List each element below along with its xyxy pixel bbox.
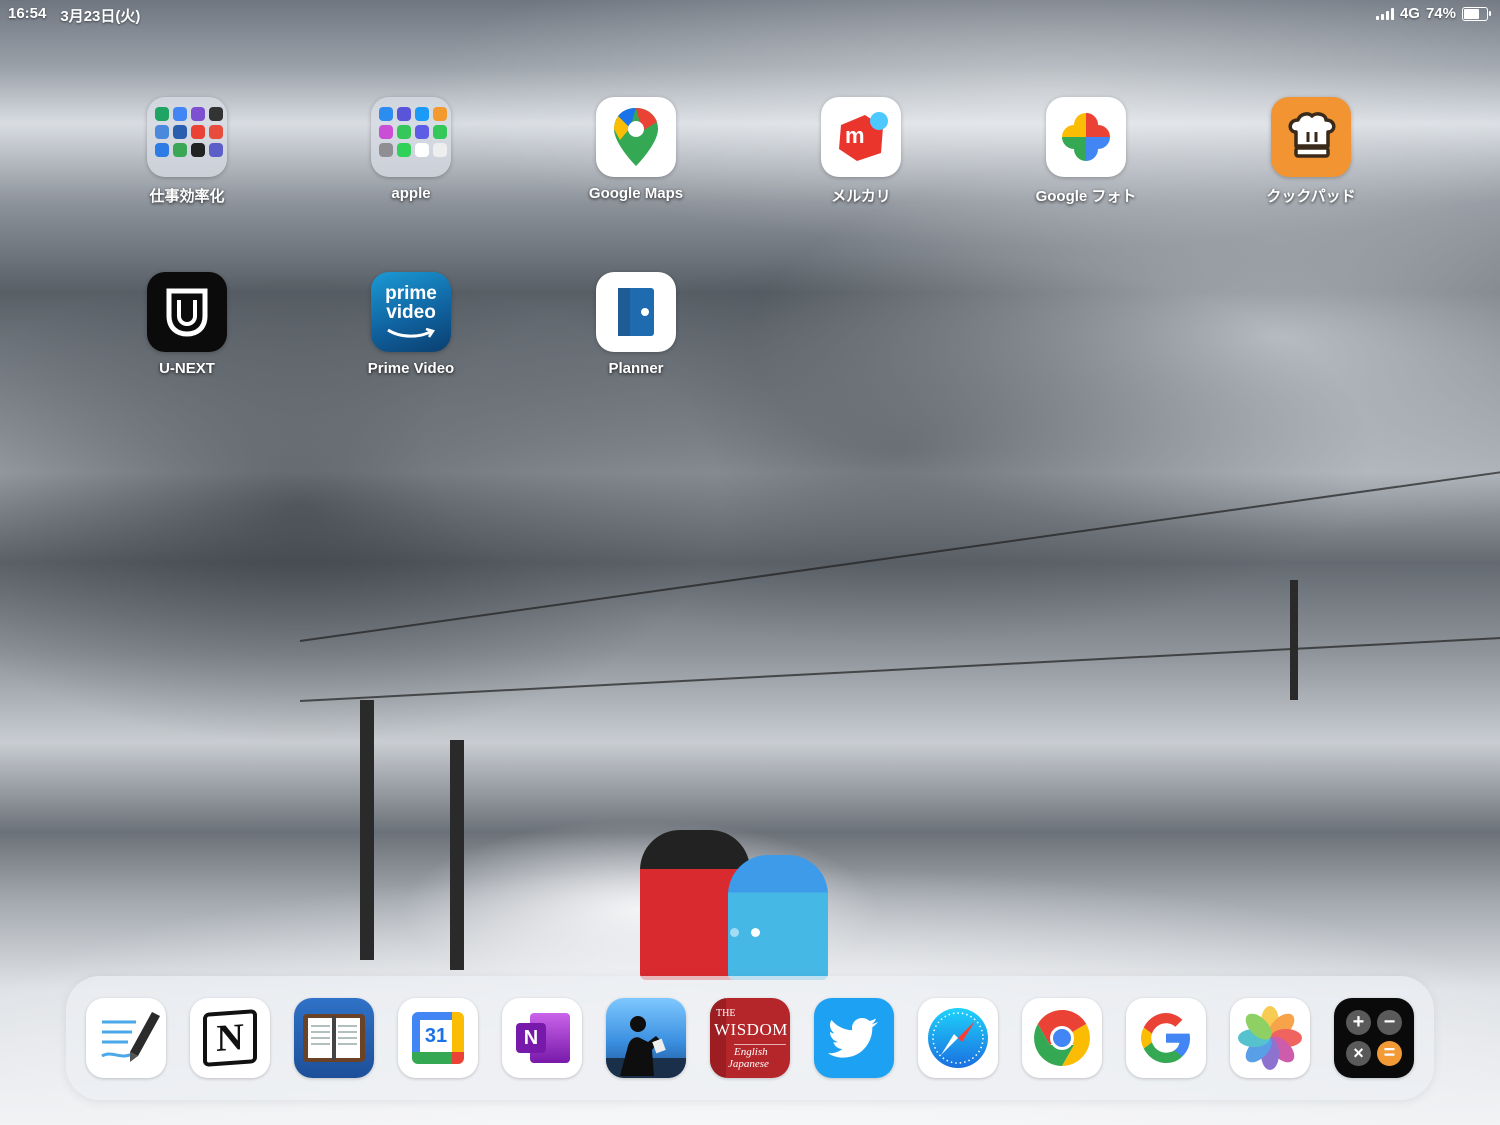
lift-tower xyxy=(450,740,464,970)
lift-tower xyxy=(360,700,374,960)
status-bar: 16:54 3月23日(火) 4G 74% xyxy=(0,0,1500,28)
calc-plus-key: + xyxy=(1346,1010,1371,1035)
wisdom-title: WISDOM xyxy=(714,1020,788,1039)
dock-app-google-calendar[interactable]: 31 xyxy=(398,998,478,1078)
google-calendar-icon: 31 xyxy=(412,1012,464,1064)
mercari-icon: m xyxy=(821,97,901,177)
page-indicator[interactable] xyxy=(730,928,760,937)
video-text: video xyxy=(386,302,436,323)
folder-icon xyxy=(371,97,451,177)
dock-app-google[interactable] xyxy=(1126,998,1206,1078)
twitter-icon xyxy=(828,1018,878,1058)
app-google-maps[interactable]: Google Maps xyxy=(561,97,711,202)
page-dot-current xyxy=(751,928,760,937)
dock: N 31 N THE WISDOM English Japanese + − ×… xyxy=(66,976,1434,1100)
dock-app-organizer[interactable] xyxy=(294,998,374,1078)
google-photos-icon xyxy=(1046,97,1126,177)
wisdom-japanese: Japanese xyxy=(728,1058,769,1070)
prime-video-icon: prime video xyxy=(371,272,451,352)
app-label: Prime Video xyxy=(367,360,455,377)
google-maps-icon xyxy=(596,97,676,177)
folder-productivity[interactable]: 仕事効率化 xyxy=(112,97,262,206)
app-label: apple xyxy=(391,185,431,202)
dock-app-twitter[interactable] xyxy=(814,998,894,1078)
dock-app-onenote[interactable]: N xyxy=(502,998,582,1078)
notion-icon: N xyxy=(203,1009,257,1067)
app-prime-video[interactable]: prime video Prime Video xyxy=(336,272,486,377)
wisdom-the: THE xyxy=(716,1008,736,1019)
dock-app-wisdom-dictionary[interactable]: THE WISDOM English Japanese xyxy=(710,998,790,1078)
app-label: クックパッド xyxy=(1266,188,1356,205)
app-google-photos[interactable]: Google フォト xyxy=(1011,97,1161,206)
calendar-day: 31 xyxy=(424,1024,448,1047)
cookpad-icon xyxy=(1271,97,1351,177)
dock-app-goodnotes[interactable] xyxy=(86,998,166,1078)
dock-app-calculator[interactable]: + − × = xyxy=(1334,998,1414,1078)
kindle-icon xyxy=(606,1016,686,1078)
onenote-icon: N xyxy=(514,1013,570,1063)
app-planner[interactable]: Planner xyxy=(561,272,711,377)
app-label: Google Maps xyxy=(588,185,684,202)
wisdom-dictionary-icon: THE WISDOM English Japanese xyxy=(710,998,790,1078)
app-label: Google フォト xyxy=(1035,188,1137,205)
battery-icon xyxy=(1462,6,1491,21)
app-mercari[interactable]: m メルカリ xyxy=(786,97,936,206)
wisdom-english: English xyxy=(734,1046,768,1058)
safari-icon xyxy=(928,1008,988,1068)
app-label: U-NEXT xyxy=(159,360,215,377)
clock: 16:54 xyxy=(8,5,47,22)
network-type: 4G xyxy=(1399,5,1420,22)
app-u-next[interactable]: U-NEXT xyxy=(112,272,262,377)
dock-app-kindle[interactable] xyxy=(606,998,686,1078)
dock-app-chrome[interactable] xyxy=(1022,998,1102,1078)
cellular-signal-icon xyxy=(1375,7,1394,20)
calculator-icon: + − × = xyxy=(1334,998,1414,1078)
google-icon xyxy=(1141,1013,1190,1063)
calc-equals-key: = xyxy=(1377,1041,1402,1066)
lift-cable xyxy=(299,635,1500,702)
onenote-letter: N xyxy=(523,1026,539,1049)
notion-letter: N xyxy=(216,1016,244,1060)
dock-app-safari[interactable] xyxy=(918,998,998,1078)
app-label: メルカリ xyxy=(831,188,891,205)
photos-icon xyxy=(1238,1006,1302,1070)
dock-app-notion[interactable]: N xyxy=(190,998,270,1078)
folder-apple[interactable]: apple xyxy=(336,97,486,202)
battery-percent: 74% xyxy=(1425,5,1456,22)
prime-text: prime xyxy=(385,283,437,304)
app-label: 仕事効率化 xyxy=(149,188,225,205)
organizer-icon xyxy=(303,1014,365,1062)
app-cookpad[interactable]: クックパッド xyxy=(1236,97,1386,206)
page-dot xyxy=(730,928,739,937)
chrome-icon xyxy=(1034,1010,1090,1066)
planner-icon xyxy=(596,272,676,352)
folder-icon xyxy=(147,97,227,177)
date: 3月23日(火) xyxy=(60,8,141,25)
app-label: Planner xyxy=(608,360,664,377)
calc-minus-key: − xyxy=(1377,1010,1402,1035)
skier-blue xyxy=(728,855,828,980)
goodnotes-icon xyxy=(101,1012,160,1062)
u-next-icon xyxy=(147,272,227,352)
dock-app-photos[interactable] xyxy=(1230,998,1310,1078)
lift-tower xyxy=(1290,580,1298,700)
calc-times-key: × xyxy=(1346,1041,1371,1066)
mercari-letter: m xyxy=(845,123,865,148)
lift-cable xyxy=(299,468,1500,642)
